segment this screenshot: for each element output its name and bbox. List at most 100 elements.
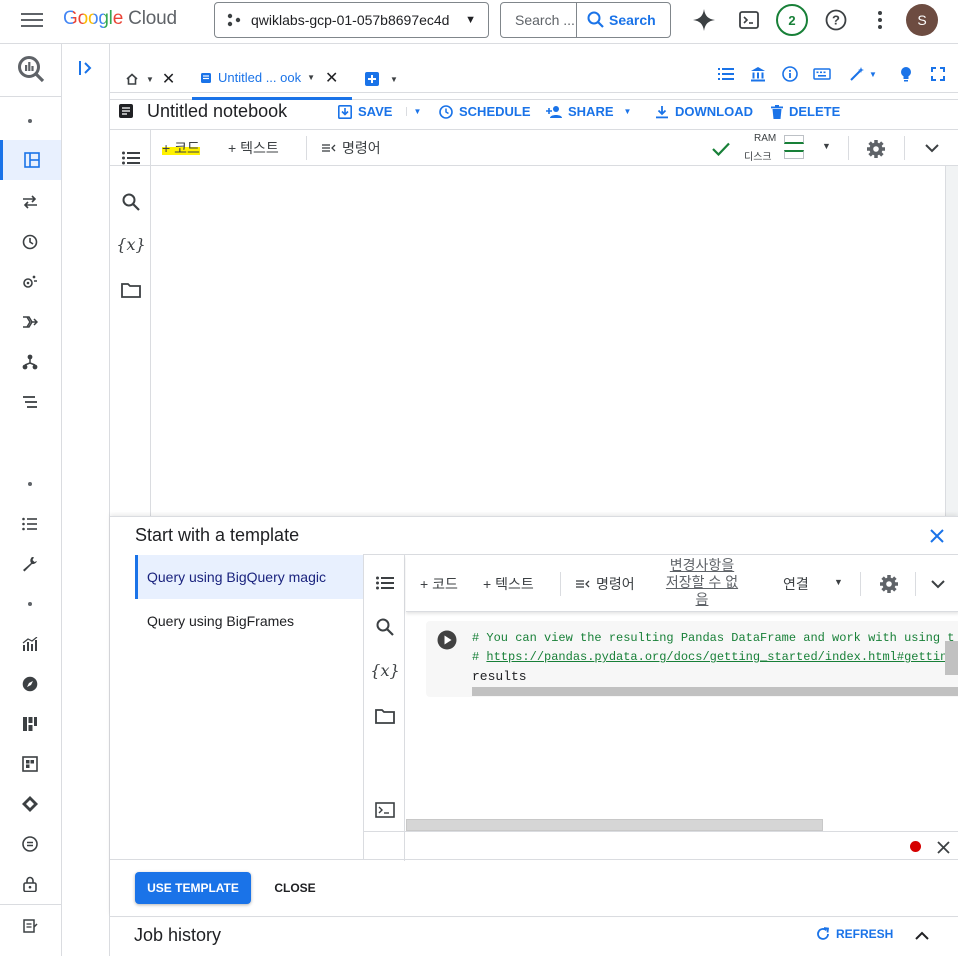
help-icon[interactable]: ? (822, 6, 850, 34)
monitoring-icon[interactable] (20, 634, 40, 654)
connect-dropdown-icon[interactable]: ▼ (834, 577, 843, 587)
project-picker[interactable]: qwiklabs-gcp-01-057b8697ec4d ▼ (214, 2, 489, 38)
search-button[interactable]: Search (577, 11, 656, 29)
table-grid-icon[interactable] (20, 754, 40, 774)
unsaved-changes-link[interactable]: 변경사항을 저장할 수 없 음 (654, 557, 750, 608)
add-code-button[interactable]: + 코드 (162, 138, 200, 158)
partner-center-icon[interactable] (20, 794, 40, 814)
preview-add-text-button[interactable]: + 텍스트 (483, 574, 534, 594)
gemini-sparkle-icon[interactable] (690, 6, 718, 34)
list-view-icon[interactable] (716, 64, 736, 84)
notebook-tab-icon (201, 72, 211, 83)
connect-button[interactable]: 연결 (783, 574, 809, 594)
close-template-icon[interactable] (926, 525, 948, 547)
pipelines-icon[interactable] (20, 312, 40, 332)
new-tab-menu-icon[interactable]: ▼ (390, 75, 398, 84)
wrench-icon[interactable] (20, 554, 40, 574)
preview-hscrollbar[interactable] (406, 819, 823, 831)
preview-add-code-button[interactable]: + 코드 (420, 574, 458, 594)
notebook-tab-menu-icon[interactable]: ▼ (307, 73, 315, 82)
keyboard-icon[interactable] (812, 64, 832, 84)
close-template-button[interactable]: CLOSE (264, 872, 326, 904)
share-button[interactable]: SHARE ▼ (546, 104, 631, 119)
schedule-button[interactable]: SCHEDULE (439, 104, 531, 119)
save-button[interactable]: SAVE ▼ (338, 104, 421, 119)
dataform-icon[interactable] (20, 352, 40, 372)
search-box[interactable]: Search ... Search (500, 2, 671, 38)
release-notes-icon[interactable] (20, 834, 40, 854)
close-preview-icon[interactable] (934, 838, 952, 856)
use-template-button[interactable]: USE TEMPLATE (135, 872, 251, 904)
preview-collapse-icon[interactable] (928, 576, 948, 592)
preview-command-button[interactable]: 명령어 (576, 574, 635, 594)
files-folder-icon[interactable] (120, 279, 142, 301)
disk-label: 디스크 (744, 152, 772, 163)
code-cell[interactable]: # You can view the resulting Pandas Data… (426, 621, 958, 697)
variables-icon[interactable]: {𝑥} (116, 233, 146, 255)
jobs-explorer-icon[interactable] (20, 514, 40, 534)
magic-wand-dropdown-icon: ▼ (869, 69, 877, 79)
template-item-bigquery-magic[interactable]: Query using BigQuery magic (135, 555, 363, 599)
magic-wand-menu[interactable]: ▼ (844, 64, 882, 84)
preview-find-icon[interactable] (374, 616, 396, 638)
home-tab-close-icon[interactable]: ✕ (162, 69, 175, 89)
avatar[interactable]: S (906, 4, 938, 36)
bank-icon[interactable] (748, 64, 768, 84)
data-transfer-icon[interactable] (20, 192, 40, 212)
code-vscrollbar[interactable] (945, 641, 958, 675)
info-icon[interactable] (780, 64, 800, 84)
compass-icon[interactable] (20, 674, 40, 694)
template-panel-title: Start with a template (135, 525, 300, 545)
explorer-rail (62, 44, 110, 956)
fullscreen-icon[interactable] (928, 64, 948, 84)
cloud-shell-icon[interactable] (735, 6, 763, 34)
command-palette-button[interactable]: 명령어 (322, 138, 381, 158)
analytics-hub-icon[interactable] (20, 272, 40, 292)
release-notes-doc-icon[interactable] (20, 916, 40, 936)
lock-icon[interactable] (20, 874, 40, 894)
capacity-icon[interactable] (20, 714, 40, 734)
settings-gear-icon[interactable] (864, 137, 888, 161)
collapse-toolbar-icon[interactable] (922, 140, 942, 156)
bigquery-logo-icon[interactable] (15, 54, 47, 84)
search-button-label: Search (609, 12, 656, 28)
code-line-link: # https://pandas.pydata.org/docs/getting… (472, 650, 958, 664)
notebook-scrollbar[interactable] (945, 166, 958, 516)
scheduled-queries-icon[interactable] (20, 232, 40, 252)
find-icon[interactable] (120, 191, 142, 213)
main-menu-icon[interactable] (18, 10, 46, 30)
lightbulb-icon[interactable] (896, 64, 916, 84)
more-vert-icon[interactable] (868, 6, 892, 34)
refresh-button[interactable]: REFRESH (816, 927, 893, 941)
preview-toc-icon[interactable] (374, 572, 396, 594)
notebook-tab-close-icon[interactable]: ✕ (325, 68, 338, 88)
expand-explorer-icon[interactable] (74, 58, 98, 78)
download-button[interactable]: DOWNLOAD (655, 104, 753, 119)
template-item-bigframes[interactable]: Query using BigFrames (135, 599, 363, 643)
toolbar-divider (915, 572, 916, 596)
save-menu-icon[interactable]: ▼ (406, 107, 421, 116)
google-cloud-logo[interactable]: Google Cloud (63, 8, 177, 30)
notification-badge[interactable]: 2 (776, 4, 808, 36)
notebook-title[interactable]: Untitled notebook (147, 101, 287, 122)
resource-monitor[interactable]: RAM 디스크 (744, 133, 806, 163)
preview-terminal-icon[interactable] (374, 799, 396, 821)
preview-variables-icon[interactable]: {𝑥} (370, 659, 400, 681)
add-text-button[interactable]: + 텍스트 (228, 138, 279, 158)
studio-nav-item[interactable] (0, 140, 61, 180)
expand-job-history-icon[interactable] (912, 927, 932, 943)
preview-folder-icon[interactable] (374, 705, 396, 727)
data-canvas-icon[interactable] (20, 392, 40, 412)
template-panel: Start with a template Query using BigQue… (110, 516, 958, 916)
table-of-contents-icon[interactable] (120, 147, 142, 169)
run-cell-icon[interactable] (436, 629, 458, 651)
delete-button[interactable]: DELETE (771, 104, 840, 119)
connected-check-icon (710, 138, 732, 160)
search-input[interactable]: Search ... (501, 3, 577, 37)
pandas-docs-link[interactable]: https://pandas.pydata.org/docs/getting_s… (486, 650, 958, 664)
preview-settings-icon[interactable] (877, 572, 901, 596)
code-hscrollbar[interactable] (472, 687, 958, 696)
runtime-dropdown-icon[interactable]: ▼ (822, 141, 831, 151)
home-tab-menu-icon[interactable]: ▼ (146, 75, 154, 84)
toolbar-divider (860, 572, 861, 596)
